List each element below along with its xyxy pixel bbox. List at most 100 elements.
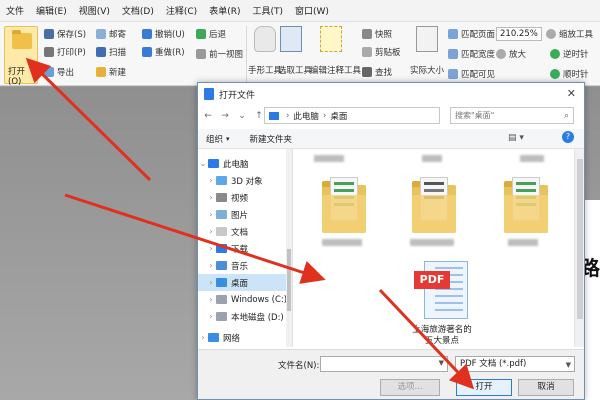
close-icon[interactable]: ✕: [567, 87, 576, 100]
rotate-ccw-button[interactable]: 逆时针: [550, 48, 589, 60]
dialog-footer: 文件名(N): ▼ PDF 文档 (*.pdf) ▼ 选项... 打开 取消: [198, 349, 584, 399]
select-tool-button[interactable]: 选取工具: [278, 64, 312, 76]
fit-width-button[interactable]: 匹配宽度: [448, 48, 495, 60]
folder-icon[interactable]: [504, 177, 548, 233]
menu-edit[interactable]: 编辑(E): [36, 4, 67, 17]
pdf-file-name[interactable]: 上海旅游著名的五大景点: [412, 325, 472, 347]
blurred-filename: [410, 239, 454, 246]
cancel-button[interactable]: 取消: [518, 379, 574, 396]
export-button[interactable]: 导出: [44, 66, 74, 78]
clipboard-button[interactable]: 剪贴板: [362, 46, 401, 58]
snapshot-button[interactable]: 快照: [362, 28, 392, 40]
folder-icon[interactable]: [412, 177, 456, 233]
drive-icon: [216, 312, 227, 321]
file-list-scrollbar[interactable]: [574, 149, 584, 347]
view-options-icon[interactable]: ▤ ▾: [508, 133, 524, 143]
fit-page-button[interactable]: 匹配页面: [448, 28, 495, 40]
filename-input[interactable]: ▼: [320, 356, 448, 372]
pdf-app-icon: [204, 88, 214, 100]
menu-tools[interactable]: 工具(T): [252, 4, 283, 17]
file-list: PDF 上海旅游著名的五大景点: [294, 149, 584, 347]
folder-open-icon: [12, 30, 32, 49]
menu-file[interactable]: 文件: [6, 4, 24, 17]
nav-item-pictures[interactable]: › 图片: [198, 206, 292, 223]
address-bar[interactable]: › 此电脑 › 桌面: [264, 107, 440, 124]
menu-window[interactable]: 窗口(W): [295, 4, 329, 17]
edit-annotation-icon: [320, 26, 342, 52]
print-button[interactable]: 打印(P): [44, 46, 86, 58]
actual-size-button[interactable]: 实际大小: [410, 64, 444, 76]
menu-document[interactable]: 文档(D): [122, 4, 154, 17]
address-segment-desktop[interactable]: 桌面: [330, 110, 347, 122]
zoom-in-icon: [496, 49, 506, 59]
dialog-navbar: ← → ⌄ ↑ › 此电脑 › 桌面 搜索"桌面" ⌕: [198, 105, 584, 127]
nav-item-documents[interactable]: › 文档: [198, 223, 292, 240]
nav-scrollbar[interactable]: [286, 149, 292, 347]
new-button[interactable]: 新建: [96, 66, 126, 78]
dialog-title: 打开文件: [219, 90, 256, 101]
chevron-right-icon: ›: [209, 227, 213, 236]
hand-icon: [254, 26, 276, 52]
search-icon: ⌕: [563, 111, 569, 121]
zoom-tool-button[interactable]: 缩放工具: [546, 28, 593, 40]
zoom-level-input[interactable]: 210.25%: [496, 27, 542, 41]
forward-arrow-icon[interactable]: →: [218, 111, 232, 121]
open-file-button[interactable]: 打开: [456, 379, 512, 396]
chevron-right-icon: ›: [209, 244, 213, 253]
fit-page-icon: [448, 29, 458, 39]
menu-form[interactable]: 表单(R): [209, 4, 240, 17]
nav-item-drive-d[interactable]: › 本地磁盘 (D:): [198, 308, 292, 325]
hand-tool-button[interactable]: 手形工具: [248, 64, 282, 76]
file-scroll-thumb[interactable]: [577, 159, 583, 319]
scan-button[interactable]: 扫描: [96, 46, 126, 58]
clipboard-icon: [362, 47, 372, 57]
blurred-filename: [422, 155, 442, 162]
nav-item-downloads[interactable]: › 下载: [198, 240, 292, 257]
open-button[interactable]: 打开(O): [4, 26, 38, 87]
chevron-right-icon: ›: [209, 193, 213, 202]
chevron-down-icon[interactable]: ⌄: [235, 111, 249, 121]
nav-item-drive-c[interactable]: › Windows (C:): [198, 291, 292, 308]
chevron-right-icon: ›: [209, 295, 213, 304]
menu-comment[interactable]: 注释(C): [166, 4, 197, 17]
video-icon: [216, 193, 227, 202]
folder-icon[interactable]: [322, 177, 366, 233]
mail-button[interactable]: 邮寄: [96, 28, 126, 40]
back-arrow-icon[interactable]: ←: [201, 111, 215, 121]
pdf-file-item[interactable]: PDF: [414, 261, 468, 321]
new-folder-button[interactable]: 新建文件夹: [250, 133, 293, 145]
edit-annotation-button[interactable]: 编辑注释工具: [310, 64, 361, 76]
organize-button[interactable]: 组织: [206, 133, 223, 145]
undo-button[interactable]: 撤销(U): [142, 28, 185, 40]
zoom-in-button[interactable]: 放大: [496, 48, 526, 60]
nav-item-network[interactable]: › 网络: [198, 329, 292, 346]
rotate-cw-button[interactable]: 顺时针: [550, 68, 589, 80]
options-button[interactable]: 选项...: [380, 379, 440, 396]
help-icon[interactable]: ?: [562, 131, 574, 143]
address-segment-pc[interactable]: 此电脑: [293, 110, 319, 122]
nav-item-music[interactable]: › 音乐: [198, 257, 292, 274]
nav-scroll-thumb[interactable]: [287, 249, 291, 311]
filetype-select[interactable]: PDF 文档 (*.pdf) ▼: [455, 356, 575, 372]
chevron-right-icon: ›: [201, 333, 205, 342]
back-button[interactable]: 后退: [196, 28, 226, 40]
menu-view[interactable]: 视图(V): [79, 4, 110, 17]
nav-item-videos[interactable]: › 视频: [198, 189, 292, 206]
fit-visible-button[interactable]: 匹配可见: [448, 68, 495, 80]
navigation-pane: ⌄ 此电脑 › 3D 对象 › 视频 › 图片 › 文档 › 下载 › 音乐 › 桌面 › Win…: [198, 149, 293, 347]
camera-icon: [362, 29, 372, 39]
monitor-icon: [208, 159, 219, 168]
nav-item-this-pc[interactable]: ⌄ 此电脑: [198, 155, 292, 172]
redo-button[interactable]: 重做(R): [142, 46, 185, 58]
find-button[interactable]: 查找: [362, 66, 392, 78]
save-button[interactable]: 保存(S): [44, 28, 86, 40]
music-icon: [216, 261, 227, 270]
rotate-ccw-icon: [550, 49, 560, 59]
prev-view-button[interactable]: 前一视图: [196, 48, 243, 60]
search-input[interactable]: 搜索"桌面" ⌕: [450, 107, 574, 124]
select-text-icon: [280, 26, 302, 52]
search-placeholder: 搜索"桌面": [455, 111, 495, 120]
nav-item-3d-objects[interactable]: › 3D 对象: [198, 172, 292, 189]
nav-item-desktop[interactable]: › 桌面: [198, 274, 292, 291]
chevron-down-icon[interactable]: ▼: [439, 359, 444, 367]
